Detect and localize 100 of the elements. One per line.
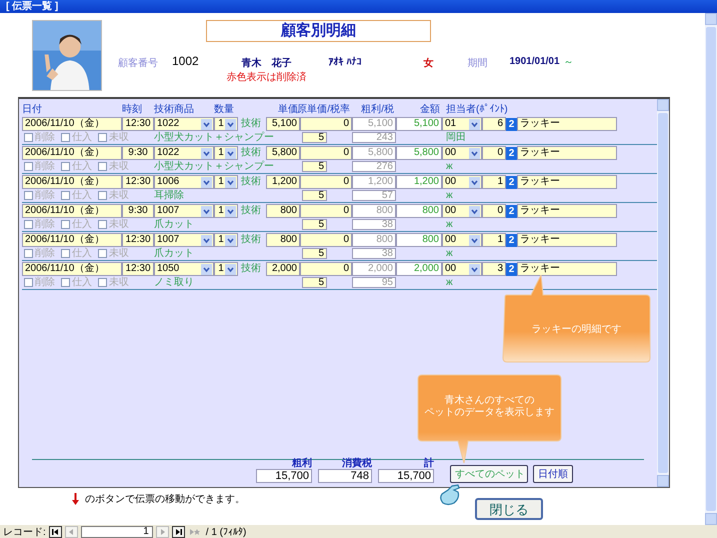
time-field[interactable]: 9:30 bbox=[122, 146, 154, 160]
product-dropdown[interactable]: 1007 bbox=[154, 233, 214, 247]
unit-price-field[interactable]: 1,200 bbox=[266, 175, 300, 189]
quantity-dropdown[interactable]: 1 bbox=[214, 233, 238, 247]
checkbox[interactable] bbox=[24, 191, 33, 200]
checkbox[interactable] bbox=[98, 162, 107, 171]
tax-rate-field[interactable]: 5 bbox=[302, 190, 327, 201]
dropdown-arrow-icon[interactable] bbox=[225, 206, 236, 216]
checkbox[interactable] bbox=[98, 249, 107, 258]
pet-name-field[interactable]: ラッキー bbox=[517, 204, 617, 218]
last-record-icon[interactable] bbox=[172, 526, 185, 538]
dropdown-arrow-icon[interactable] bbox=[201, 234, 212, 246]
points-field[interactable]: 0 bbox=[482, 204, 506, 218]
points-field[interactable]: 6 bbox=[482, 117, 506, 131]
quantity-dropdown[interactable]: 1 bbox=[214, 117, 238, 131]
dropdown-arrow-icon[interactable] bbox=[469, 148, 480, 158]
checkbox[interactable] bbox=[61, 162, 70, 171]
dropdown-arrow-icon[interactable] bbox=[469, 234, 480, 246]
first-record-icon[interactable] bbox=[48, 526, 62, 538]
staff-dropdown[interactable]: 01 bbox=[442, 117, 482, 131]
scrollbar[interactable] bbox=[657, 99, 669, 487]
staff-dropdown[interactable]: 00 bbox=[442, 262, 482, 276]
unit-price-field[interactable]: 800 bbox=[266, 233, 300, 247]
tax-rate-field[interactable]: 5 bbox=[302, 248, 327, 259]
dropdown-arrow-icon[interactable] bbox=[225, 176, 236, 188]
checkbox[interactable] bbox=[24, 133, 33, 142]
tax-rate-field[interactable]: 5 bbox=[302, 132, 327, 143]
pet-name-field[interactable]: ラッキー bbox=[517, 175, 617, 189]
staff-dropdown[interactable]: 00 bbox=[442, 233, 482, 247]
pet-name-field[interactable]: ラッキー bbox=[517, 233, 617, 247]
product-dropdown[interactable]: 1022 bbox=[154, 146, 214, 160]
checkbox[interactable] bbox=[98, 220, 107, 229]
checkbox[interactable] bbox=[61, 191, 70, 200]
product-dropdown[interactable]: 1006 bbox=[154, 175, 214, 189]
cost-field[interactable]: 0 bbox=[300, 117, 352, 131]
checkbox[interactable] bbox=[24, 162, 33, 171]
dropdown-arrow-icon[interactable] bbox=[201, 176, 212, 188]
cost-field[interactable]: 0 bbox=[300, 204, 352, 218]
date-field[interactable]: 2006/11/10（金） bbox=[22, 233, 122, 247]
product-dropdown[interactable]: 1050 bbox=[154, 262, 214, 276]
quantity-dropdown[interactable]: 1 bbox=[214, 175, 238, 189]
close-button[interactable]: 閉じる bbox=[475, 498, 543, 520]
date-field[interactable]: 2006/11/10（金） bbox=[22, 146, 122, 160]
product-dropdown[interactable]: 1022 bbox=[154, 117, 214, 131]
unit-price-field[interactable]: 5,100 bbox=[266, 117, 300, 131]
dropdown-arrow-icon[interactable] bbox=[201, 148, 212, 158]
record-number-field[interactable]: 1 bbox=[80, 526, 153, 538]
time-field[interactable]: 12:30 bbox=[122, 262, 154, 276]
points-field[interactable]: 1 bbox=[482, 233, 506, 247]
staff-dropdown[interactable]: 00 bbox=[442, 175, 482, 189]
cost-field[interactable]: 0 bbox=[300, 175, 352, 189]
dropdown-arrow-icon[interactable] bbox=[225, 234, 236, 246]
time-field[interactable]: 12:30 bbox=[122, 233, 154, 247]
dropdown-arrow-icon[interactable] bbox=[225, 118, 236, 130]
checkbox[interactable] bbox=[98, 133, 107, 142]
time-field[interactable]: 12:30 bbox=[122, 175, 154, 189]
checkbox[interactable] bbox=[61, 220, 70, 229]
checkbox[interactable] bbox=[24, 278, 33, 287]
checkbox[interactable] bbox=[61, 133, 70, 142]
checkbox[interactable] bbox=[24, 220, 33, 229]
quantity-dropdown[interactable]: 1 bbox=[214, 204, 238, 218]
time-field[interactable]: 9:30 bbox=[122, 204, 154, 218]
checkbox[interactable] bbox=[98, 191, 107, 200]
dropdown-arrow-icon[interactable] bbox=[225, 148, 236, 158]
checkbox[interactable] bbox=[98, 278, 107, 287]
pet-name-field[interactable]: ラッキー bbox=[517, 146, 617, 160]
dropdown-arrow-icon[interactable] bbox=[469, 264, 480, 274]
tax-rate-field[interactable]: 5 bbox=[302, 277, 327, 288]
date-field[interactable]: 2006/11/10（金） bbox=[22, 117, 122, 131]
tax-rate-field[interactable]: 5 bbox=[302, 219, 327, 230]
points-field[interactable]: 0 bbox=[482, 146, 506, 160]
tax-rate-field[interactable]: 5 bbox=[302, 161, 327, 172]
product-dropdown[interactable]: 1007 bbox=[154, 204, 214, 218]
unit-price-field[interactable]: 2,000 bbox=[266, 262, 300, 276]
pet-name-field[interactable]: ラッキー bbox=[517, 117, 617, 131]
checkbox[interactable] bbox=[24, 249, 33, 258]
dropdown-arrow-icon[interactable] bbox=[201, 206, 212, 216]
checkbox[interactable] bbox=[61, 278, 70, 287]
sort-date-button[interactable]: 日付順 bbox=[533, 465, 573, 483]
dropdown-arrow-icon[interactable] bbox=[201, 118, 212, 130]
date-field[interactable]: 2006/11/10（金） bbox=[22, 175, 122, 189]
quantity-dropdown[interactable]: 1 bbox=[214, 262, 238, 276]
dropdown-arrow-icon[interactable] bbox=[201, 264, 212, 274]
unit-price-field[interactable]: 5,800 bbox=[266, 146, 300, 160]
staff-dropdown[interactable]: 00 bbox=[442, 204, 482, 218]
cost-field[interactable]: 0 bbox=[300, 146, 352, 160]
dropdown-arrow-icon[interactable] bbox=[225, 264, 236, 274]
unit-price-field[interactable]: 800 bbox=[266, 204, 300, 218]
cost-field[interactable]: 0 bbox=[300, 233, 352, 247]
date-field[interactable]: 2006/11/10（金） bbox=[22, 262, 122, 276]
staff-dropdown[interactable]: 00 bbox=[442, 146, 482, 160]
points-field[interactable]: 3 bbox=[482, 262, 506, 276]
dropdown-arrow-icon[interactable] bbox=[469, 176, 480, 188]
scrollbar[interactable] bbox=[705, 13, 717, 525]
points-field[interactable]: 1 bbox=[482, 175, 506, 189]
date-field[interactable]: 2006/11/10（金） bbox=[22, 204, 122, 218]
quantity-dropdown[interactable]: 1 bbox=[214, 146, 238, 160]
checkbox[interactable] bbox=[61, 249, 70, 258]
dropdown-arrow-icon[interactable] bbox=[469, 118, 480, 130]
dropdown-arrow-icon[interactable] bbox=[469, 206, 480, 216]
